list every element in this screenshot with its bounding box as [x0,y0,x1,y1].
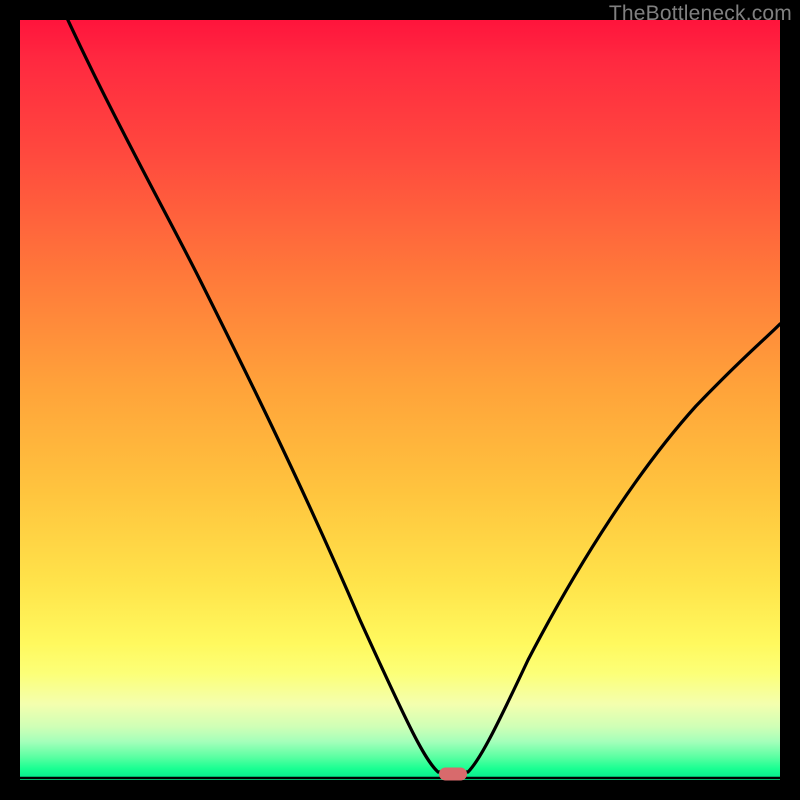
plot-area [20,20,780,780]
curve-svg [20,20,780,780]
bottleneck-curve [20,20,780,772]
chart-frame: TheBottleneck.com [0,0,800,800]
minimum-marker [439,768,467,781]
watermark-text: TheBottleneck.com [609,2,792,26]
